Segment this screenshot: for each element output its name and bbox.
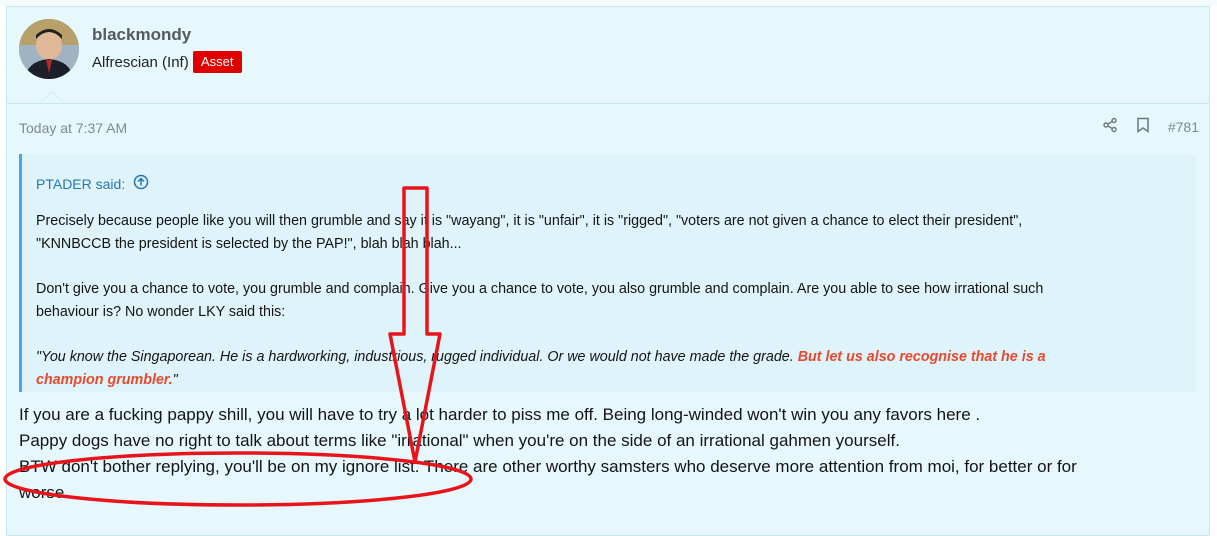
quote-block: PTADER said: Precisely because people li… [19, 154, 1196, 392]
post-user-block: blackmondy Alfrescian (Inf) Asset [7, 7, 1209, 104]
quote-p2-line1: Don't give you a chance to vote, you gru… [36, 281, 1044, 297]
post-number-link[interactable]: #781 [1168, 119, 1199, 135]
lky-quote: "You know the Singaporean. He is a hardw… [36, 346, 1186, 392]
user-avatar[interactable] [19, 19, 79, 79]
post-date[interactable]: Today at 7:37 AM [19, 120, 127, 136]
user-badge: Asset [193, 51, 242, 73]
quote-body: Precisely because people like you will t… [36, 210, 1186, 414]
quote-paragraph-1: Precisely because people like you will t… [36, 210, 1186, 256]
user-title: Alfrescian (Inf) [92, 54, 189, 71]
post-body: If you are a fucking pappy shill, you wi… [19, 402, 1204, 506]
lky-quote-emphasis-2: champion grumbler. [36, 372, 173, 388]
post-body-line-3: BTW don't bother replying, you'll be on … [19, 457, 1077, 476]
lky-quote-emphasis-1: But let us also recognise that he is a [797, 349, 1046, 365]
post-body-line-2: Pappy dogs have no right to talk about t… [19, 431, 900, 450]
quote-p1-line1: Precisely because people like you will t… [36, 213, 1023, 229]
post-body-line-1: If you are a fucking pappy shill, you wi… [19, 405, 981, 424]
lky-quote-plain: "You know the Singaporean. He is a hardw… [36, 349, 798, 365]
user-block-caret [40, 91, 64, 103]
share-icon[interactable] [1102, 117, 1118, 137]
username[interactable]: blackmondy [92, 25, 191, 45]
quote-p2-line2: behaviour is? No wonder LKY said this: [36, 304, 286, 320]
arrow-up-circle-icon[interactable] [133, 174, 149, 193]
quote-header[interactable]: PTADER said: [36, 174, 149, 193]
lky-quote-close: " [172, 372, 178, 388]
bookmark-icon[interactable] [1136, 117, 1150, 137]
post-body-line-4: worse. [19, 483, 70, 502]
quote-paragraph-2: Don't give you a chance to vote, you gru… [36, 278, 1186, 324]
post-actions: #781 [1102, 117, 1199, 137]
quote-author[interactable]: PTADER said: [36, 176, 125, 192]
quote-p1-line2: "KNNBCCB the president is selected by th… [36, 236, 462, 252]
forum-post: blackmondy Alfrescian (Inf) Asset Today … [6, 6, 1210, 536]
